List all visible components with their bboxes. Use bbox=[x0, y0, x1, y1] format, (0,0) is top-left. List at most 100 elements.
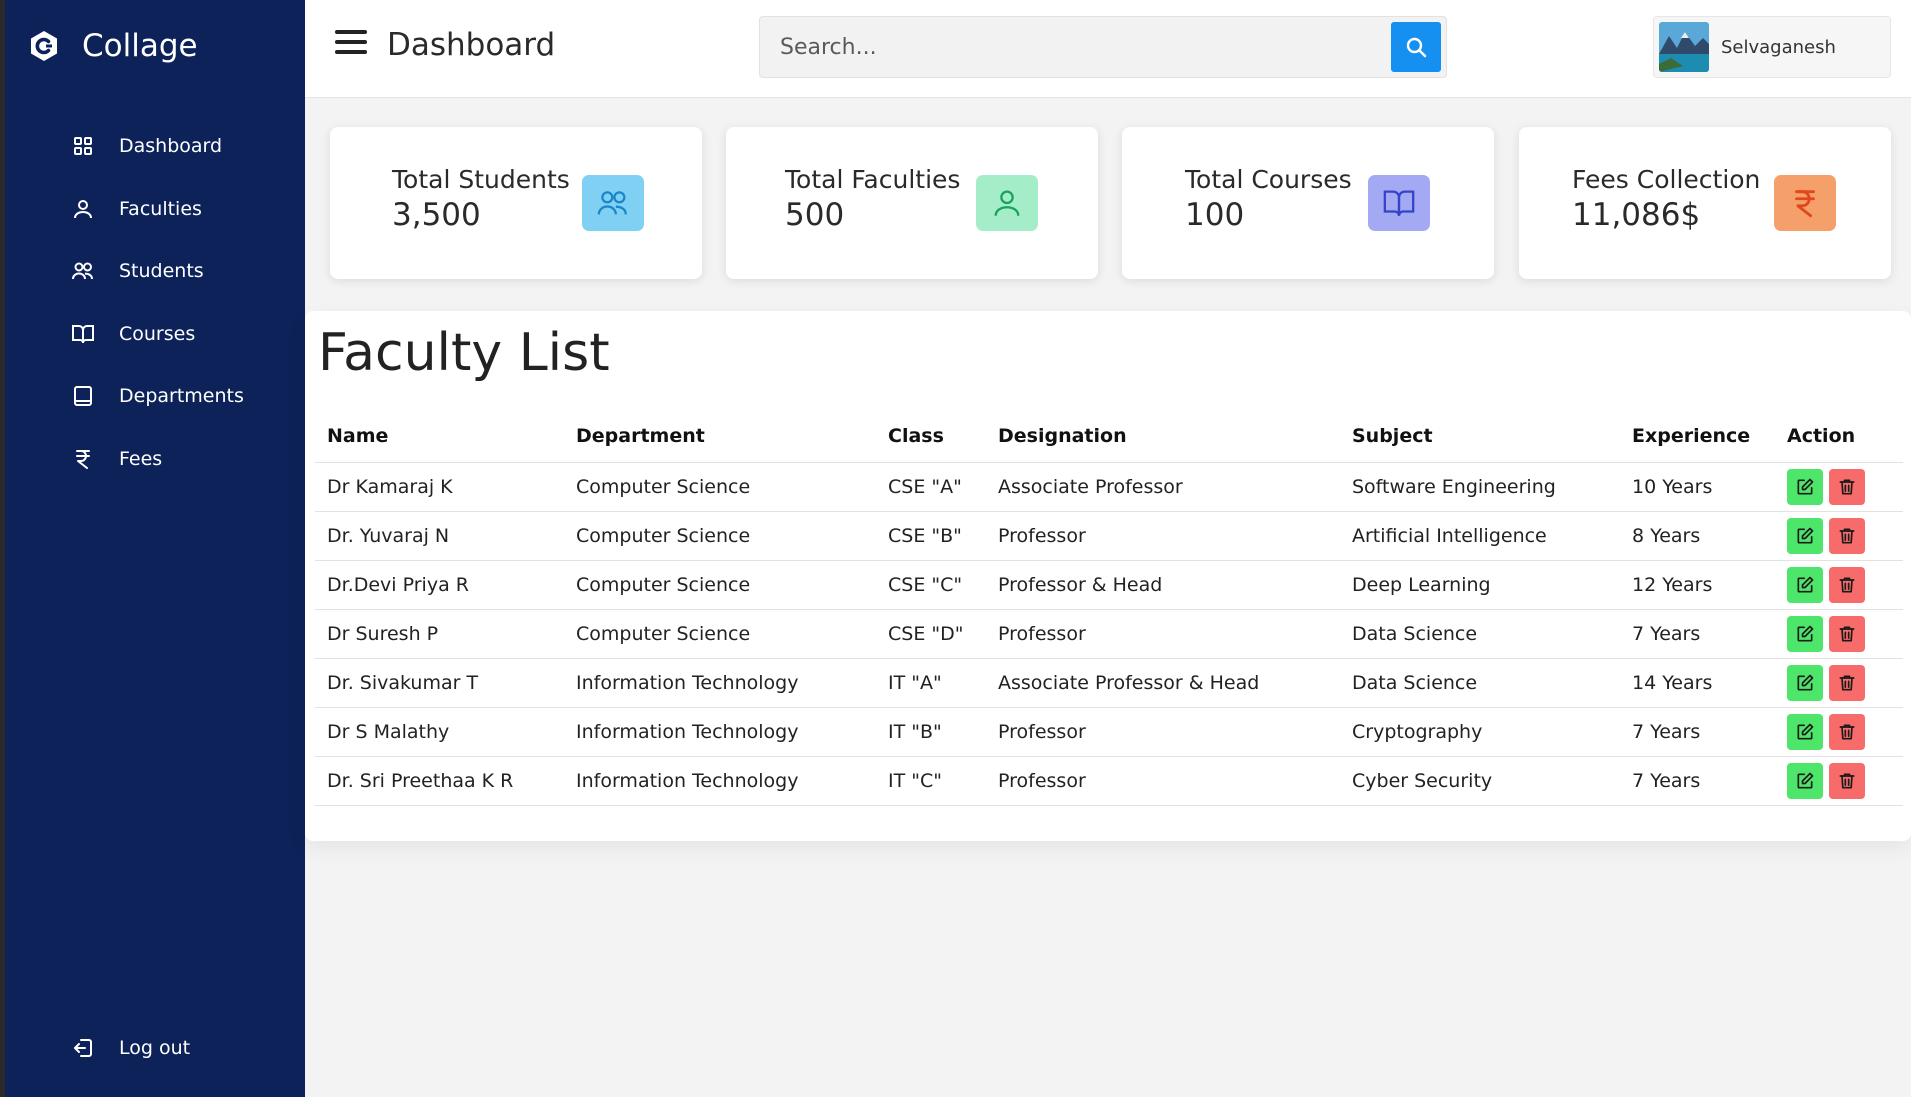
cell-experience: 7 Years bbox=[1620, 609, 1775, 659]
cell-class: IT "B" bbox=[876, 707, 986, 757]
column-header[interactable]: Department bbox=[564, 411, 876, 463]
delete-button[interactable] bbox=[1829, 615, 1865, 652]
edit-button[interactable] bbox=[1787, 566, 1823, 603]
sidebar-item-label: Dashboard bbox=[119, 135, 223, 158]
cell-department: Information Technology bbox=[564, 707, 876, 757]
column-header[interactable]: Experience bbox=[1620, 411, 1775, 463]
search-icon bbox=[1406, 37, 1427, 58]
cell-department: Computer Science bbox=[564, 609, 876, 659]
sidebar-item-departments[interactable]: Departments bbox=[5, 365, 305, 428]
hamburger-line bbox=[335, 30, 367, 34]
brand[interactable]: Collage bbox=[28, 28, 198, 64]
table-row[interactable]: Dr. Yuvaraj N Computer Science CSE "B" Prof… bbox=[315, 511, 1903, 561]
edit-button[interactable] bbox=[1787, 762, 1823, 799]
cell-department: Information Technology bbox=[564, 658, 876, 708]
edit-button[interactable] bbox=[1787, 713, 1823, 750]
hamburger-line bbox=[335, 50, 367, 54]
stat-text: Fees Collection 11,086$ bbox=[1572, 165, 1760, 233]
trash-icon bbox=[1839, 528, 1855, 543]
stat-card-faculties[interactable]: Total Faculties 500 bbox=[726, 127, 1098, 279]
cell-subject: Deep Learning bbox=[1340, 560, 1620, 610]
trash-icon bbox=[1839, 479, 1855, 494]
column-header[interactable]: Designation bbox=[986, 411, 1340, 463]
table-row[interactable]: Dr S Malathy Information Technology IT "B"… bbox=[315, 707, 1903, 757]
delete-button[interactable] bbox=[1829, 468, 1865, 505]
cell-experience: 8 Years bbox=[1620, 511, 1775, 561]
cell-designation: Professor bbox=[986, 707, 1340, 757]
sidebar-item-faculties[interactable]: Faculties bbox=[5, 178, 305, 241]
delete-button[interactable] bbox=[1829, 566, 1865, 603]
cell-action bbox=[1775, 511, 1903, 561]
menu-toggle-button[interactable] bbox=[335, 30, 367, 60]
delete-button[interactable] bbox=[1829, 762, 1865, 799]
table-row[interactable]: Dr Suresh P Computer Science CSE "D" Profes… bbox=[315, 609, 1903, 659]
sidebar-item-courses[interactable]: Courses bbox=[5, 303, 305, 366]
tablet-icon bbox=[74, 386, 92, 407]
faculty-table-body: Dr Kamaraj K Computer Science CSE "A" Assoc… bbox=[315, 462, 1903, 806]
column-header[interactable]: Class bbox=[876, 411, 986, 463]
stat-value: 100 bbox=[1185, 197, 1245, 233]
cell-subject: Data Science bbox=[1340, 609, 1620, 659]
sidebar-item-label: Courses bbox=[119, 322, 196, 345]
user-icon bbox=[74, 199, 92, 218]
cell-action bbox=[1775, 658, 1903, 708]
stat-card-fees[interactable]: Fees Collection 11,086$ bbox=[1519, 127, 1891, 279]
cell-designation: Associate Professor bbox=[986, 462, 1340, 512]
stat-title: Total Students bbox=[392, 165, 570, 194]
brand-name: Collage bbox=[82, 28, 198, 64]
edit-icon bbox=[1797, 674, 1814, 690]
column-header[interactable]: Subject bbox=[1340, 411, 1620, 463]
table-row[interactable]: Dr.Devi Priya R Computer Science CSE "C" Pr… bbox=[315, 560, 1903, 610]
cell-experience: 7 Years bbox=[1620, 707, 1775, 757]
delete-button[interactable] bbox=[1829, 713, 1865, 750]
cell-name: Dr Suresh P bbox=[315, 609, 564, 659]
stat-card-courses[interactable]: Total Courses 100 bbox=[1122, 127, 1494, 279]
sidebar-item-label: Departments bbox=[119, 385, 244, 408]
table-row[interactable]: Dr. Sivakumar T Information Technology IT … bbox=[315, 658, 1903, 708]
sidebar-item-label: Students bbox=[119, 260, 204, 283]
stat-value: 11,086$ bbox=[1572, 197, 1701, 233]
cell-class: IT "A" bbox=[876, 658, 986, 708]
edit-button[interactable] bbox=[1787, 468, 1823, 505]
stat-title: Total Courses bbox=[1185, 165, 1352, 194]
stat-card-students[interactable]: Total Students 3,500 bbox=[330, 127, 702, 279]
cell-department: Computer Science bbox=[564, 511, 876, 561]
search-button[interactable] bbox=[1391, 22, 1441, 72]
column-header[interactable]: Name bbox=[315, 411, 564, 463]
table-row[interactable]: Dr Kamaraj K Computer Science CSE "A" Assoc… bbox=[315, 462, 1903, 512]
edit-button[interactable] bbox=[1787, 664, 1823, 701]
faculty-list-panel: Faculty List Name Department Class Desig… bbox=[305, 311, 1911, 841]
cell-designation: Professor bbox=[986, 756, 1340, 806]
sidebar-item-fees[interactable]: Fees bbox=[5, 428, 305, 491]
cell-subject: Artificial Intelligence bbox=[1340, 511, 1620, 561]
sidebar-item-dashboard[interactable]: Dashboard bbox=[5, 115, 305, 178]
edit-button[interactable] bbox=[1787, 517, 1823, 554]
user-name: Selvaganesh bbox=[1721, 36, 1836, 58]
cell-experience: 14 Years bbox=[1620, 658, 1775, 708]
logout-icon bbox=[74, 1039, 92, 1057]
cell-designation: Professor bbox=[986, 609, 1340, 659]
edit-icon bbox=[1797, 772, 1814, 788]
cell-class: CSE "B" bbox=[876, 511, 986, 561]
cell-designation: Professor & Head bbox=[986, 560, 1340, 610]
cell-name: Dr. Sivakumar T bbox=[315, 658, 564, 708]
delete-button[interactable] bbox=[1829, 664, 1865, 701]
table-row[interactable]: Dr. Sri Preethaa K R Information Technolo… bbox=[315, 756, 1903, 806]
collage-logo-icon bbox=[31, 31, 57, 61]
delete-button[interactable] bbox=[1829, 517, 1865, 554]
stat-icon-box bbox=[1774, 175, 1836, 231]
user-profile-button[interactable]: Selvaganesh bbox=[1653, 16, 1891, 78]
edit-icon bbox=[1797, 625, 1814, 641]
faculty-table: Name Department Class Designation Subjec… bbox=[315, 411, 1903, 806]
sidebar-item-students[interactable]: Students bbox=[5, 240, 305, 303]
cell-department: Information Technology bbox=[564, 756, 876, 806]
edit-button[interactable] bbox=[1787, 615, 1823, 652]
cell-action bbox=[1775, 756, 1903, 806]
trash-icon bbox=[1839, 626, 1855, 641]
stat-title: Fees Collection bbox=[1572, 165, 1761, 194]
search-input[interactable] bbox=[760, 17, 1385, 77]
table-header-row: Name Department Class Designation Subjec… bbox=[315, 411, 1903, 463]
edit-icon bbox=[1797, 478, 1814, 494]
stat-icon-box bbox=[582, 175, 644, 231]
logout-button[interactable]: Log out bbox=[5, 1036, 305, 1060]
